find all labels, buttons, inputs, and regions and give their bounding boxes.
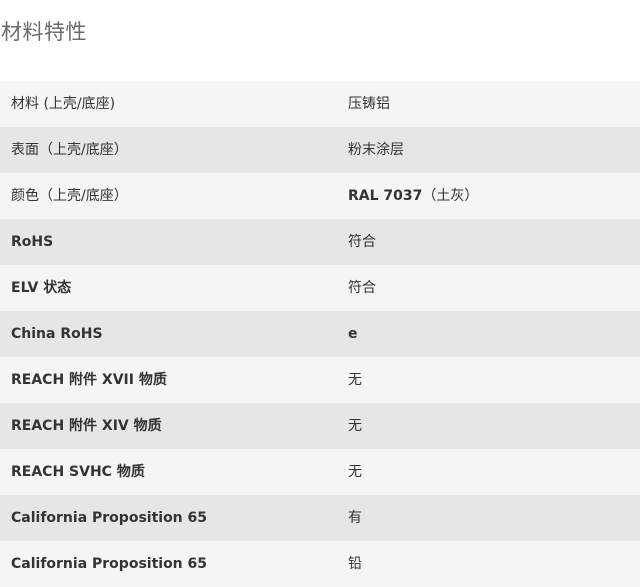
property-label: RoHS	[0, 219, 337, 265]
table-row: China RoHS e	[0, 311, 640, 357]
property-value: 粉末涂层	[337, 127, 640, 173]
property-label: ELV 状态	[0, 265, 337, 311]
section-title: 材料特性	[1, 20, 87, 44]
property-label: 颜色（上壳/底座）	[0, 173, 337, 219]
table-row: REACH 附件 XVII 物质 无	[0, 357, 640, 403]
table-row: ELV 状态 符合	[0, 265, 640, 311]
property-label: REACH 附件 XVII 物质	[0, 357, 337, 403]
property-value: 符合	[337, 219, 640, 265]
property-value: RAL 7037（土灰）	[337, 173, 640, 219]
table-row: REACH 附件 XIV 物质 无	[0, 403, 640, 449]
property-label: California Proposition 65	[0, 495, 337, 541]
property-value: 符合	[337, 265, 640, 311]
table-row: REACH SVHC 物质 无	[0, 449, 640, 495]
property-value: 有	[337, 495, 640, 541]
ral-color-code: RAL 7037	[348, 188, 423, 204]
table-row: 材料 (上壳/底座) 压铸铝	[0, 81, 640, 127]
property-value: 铅	[337, 541, 640, 587]
property-label: 表面（上壳/底座）	[0, 127, 337, 173]
material-properties-page: 材料特性 材料 (上壳/底座) 压铸铝 表面（上壳/底座） 粉末涂层 颜色（上壳…	[0, 0, 640, 587]
property-value: 无	[337, 357, 640, 403]
table-row: 颜色（上壳/底座） RAL 7037（土灰）	[0, 173, 640, 219]
property-label: REACH SVHC 物质	[0, 449, 337, 495]
table-row: California Proposition 65 有	[0, 495, 640, 541]
table-row: 表面（上壳/底座） 粉末涂层	[0, 127, 640, 173]
property-label: 材料 (上壳/底座)	[0, 81, 337, 127]
property-label: California Proposition 65	[0, 541, 337, 587]
property-value: 压铸铝	[337, 81, 640, 127]
color-name: （土灰）	[422, 188, 479, 204]
property-value: e	[337, 311, 640, 357]
property-value: 无	[337, 449, 640, 495]
property-label: China RoHS	[0, 311, 337, 357]
table-row: RoHS 符合	[0, 219, 640, 265]
property-value: 无	[337, 403, 640, 449]
material-properties-table: 材料 (上壳/底座) 压铸铝 表面（上壳/底座） 粉末涂层 颜色（上壳/底座） …	[0, 81, 640, 587]
table-row: California Proposition 65 铅	[0, 541, 640, 587]
property-label: REACH 附件 XIV 物质	[0, 403, 337, 449]
elv-label: ELV 状态	[11, 280, 72, 296]
